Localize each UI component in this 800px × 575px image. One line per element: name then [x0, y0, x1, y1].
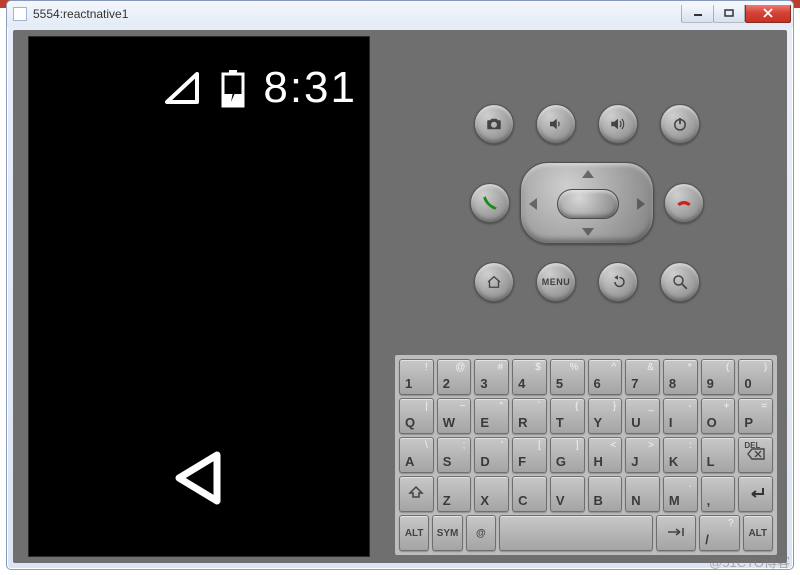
call-button[interactable]	[470, 183, 510, 223]
key-9[interactable]: 9(	[701, 359, 736, 395]
key-n[interactable]: N	[625, 476, 660, 512]
key-delete[interactable]: DEL	[738, 437, 773, 473]
key-m[interactable]: M.	[663, 476, 698, 512]
hardware-controls: MENU	[437, 104, 737, 302]
key-5[interactable]: 5%	[550, 359, 585, 395]
volume-up-button[interactable]	[598, 104, 638, 144]
volume-down-button[interactable]	[536, 104, 576, 144]
key-u[interactable]: U_	[625, 398, 660, 434]
key-g[interactable]: G]	[550, 437, 585, 473]
key-enter[interactable]	[738, 476, 773, 512]
key-/[interactable]: /?	[699, 515, 739, 551]
minimize-button[interactable]	[681, 5, 713, 23]
key-tab[interactable]	[656, 515, 696, 551]
window-buttons	[681, 6, 791, 23]
watermark: @51CTO博客	[709, 552, 790, 571]
search-button[interactable]	[660, 262, 700, 302]
device-screen[interactable]: 8:31	[28, 36, 370, 557]
key-2[interactable]: 2@	[437, 359, 472, 395]
key-c[interactable]: C	[512, 476, 547, 512]
nav-back-icon[interactable]	[167, 447, 229, 514]
dpad-left[interactable]	[529, 198, 537, 210]
key-sym[interactable]: SYM	[432, 515, 462, 551]
key-i[interactable]: I-	[663, 398, 698, 434]
key-y[interactable]: Y}	[588, 398, 623, 434]
status-time: 8:31	[263, 63, 357, 113]
device-frame: 8:31	[21, 36, 377, 557]
key-8[interactable]: 8*	[663, 359, 698, 395]
key-o[interactable]: O+	[701, 398, 736, 434]
key-7[interactable]: 7&	[625, 359, 660, 395]
signal-icon	[163, 68, 203, 108]
emulator-window: 5554:reactnative1	[6, 0, 794, 570]
back-button[interactable]	[598, 262, 638, 302]
key-shift[interactable]	[399, 476, 434, 512]
key-1[interactable]: 1!	[399, 359, 434, 395]
titlebar: 5554:reactnative1	[7, 1, 793, 27]
dpad-center[interactable]	[557, 189, 619, 219]
power-button[interactable]	[660, 104, 700, 144]
key-z[interactable]: Z	[437, 476, 472, 512]
maximize-button[interactable]	[713, 5, 745, 23]
key-6[interactable]: 6^	[588, 359, 623, 395]
dpad	[520, 162, 654, 244]
key-b[interactable]: B	[588, 476, 623, 512]
key-s[interactable]: S;	[437, 437, 472, 473]
key-d[interactable]: D'	[474, 437, 509, 473]
key-3[interactable]: 3#	[474, 359, 509, 395]
key-j[interactable]: J>	[625, 437, 660, 473]
key-k[interactable]: K:	[663, 437, 698, 473]
menu-button[interactable]: MENU	[536, 262, 576, 302]
key-e[interactable]: E"	[474, 398, 509, 434]
home-button[interactable]	[474, 262, 514, 302]
dpad-right[interactable]	[637, 198, 645, 210]
key-alt-right[interactable]: ALT	[743, 515, 773, 551]
key-,[interactable]: ,	[701, 476, 736, 512]
key-r[interactable]: R`	[512, 398, 547, 434]
status-bar: 8:31	[163, 63, 357, 113]
key-t[interactable]: T{	[550, 398, 585, 434]
key-p[interactable]: P=	[738, 398, 773, 434]
key-alt-left[interactable]: ALT	[399, 515, 429, 551]
dpad-up[interactable]	[582, 170, 594, 178]
close-button[interactable]	[745, 5, 791, 23]
key-q[interactable]: Q|	[399, 398, 434, 434]
key-v[interactable]: V	[550, 476, 585, 512]
key-a[interactable]: A\	[399, 437, 434, 473]
key-space[interactable]	[499, 515, 653, 551]
key-l[interactable]: L	[701, 437, 736, 473]
key-h[interactable]: H<	[588, 437, 623, 473]
client-area: 8:31	[13, 30, 787, 563]
camera-button[interactable]	[474, 104, 514, 144]
window-title: 5554:reactnative1	[33, 7, 128, 21]
key-0[interactable]: 0)	[738, 359, 773, 395]
key-w[interactable]: W~	[437, 398, 472, 434]
dpad-down[interactable]	[582, 228, 594, 236]
control-panel: MENU 1!2@3#4$5%6^7&8*9(0) Q|W~E"R`T{Y}U_…	[395, 36, 779, 557]
battery-charging-icon	[219, 68, 247, 108]
hardware-keyboard: 1!2@3#4$5%6^7&8*9(0) Q|W~E"R`T{Y}U_I-O+P…	[395, 355, 777, 555]
key-at[interactable]: @	[466, 515, 496, 551]
app-icon	[13, 7, 27, 21]
key-f[interactable]: F[	[512, 437, 547, 473]
end-call-button[interactable]	[664, 183, 704, 223]
key-x[interactable]: X	[474, 476, 509, 512]
key-4[interactable]: 4$	[512, 359, 547, 395]
